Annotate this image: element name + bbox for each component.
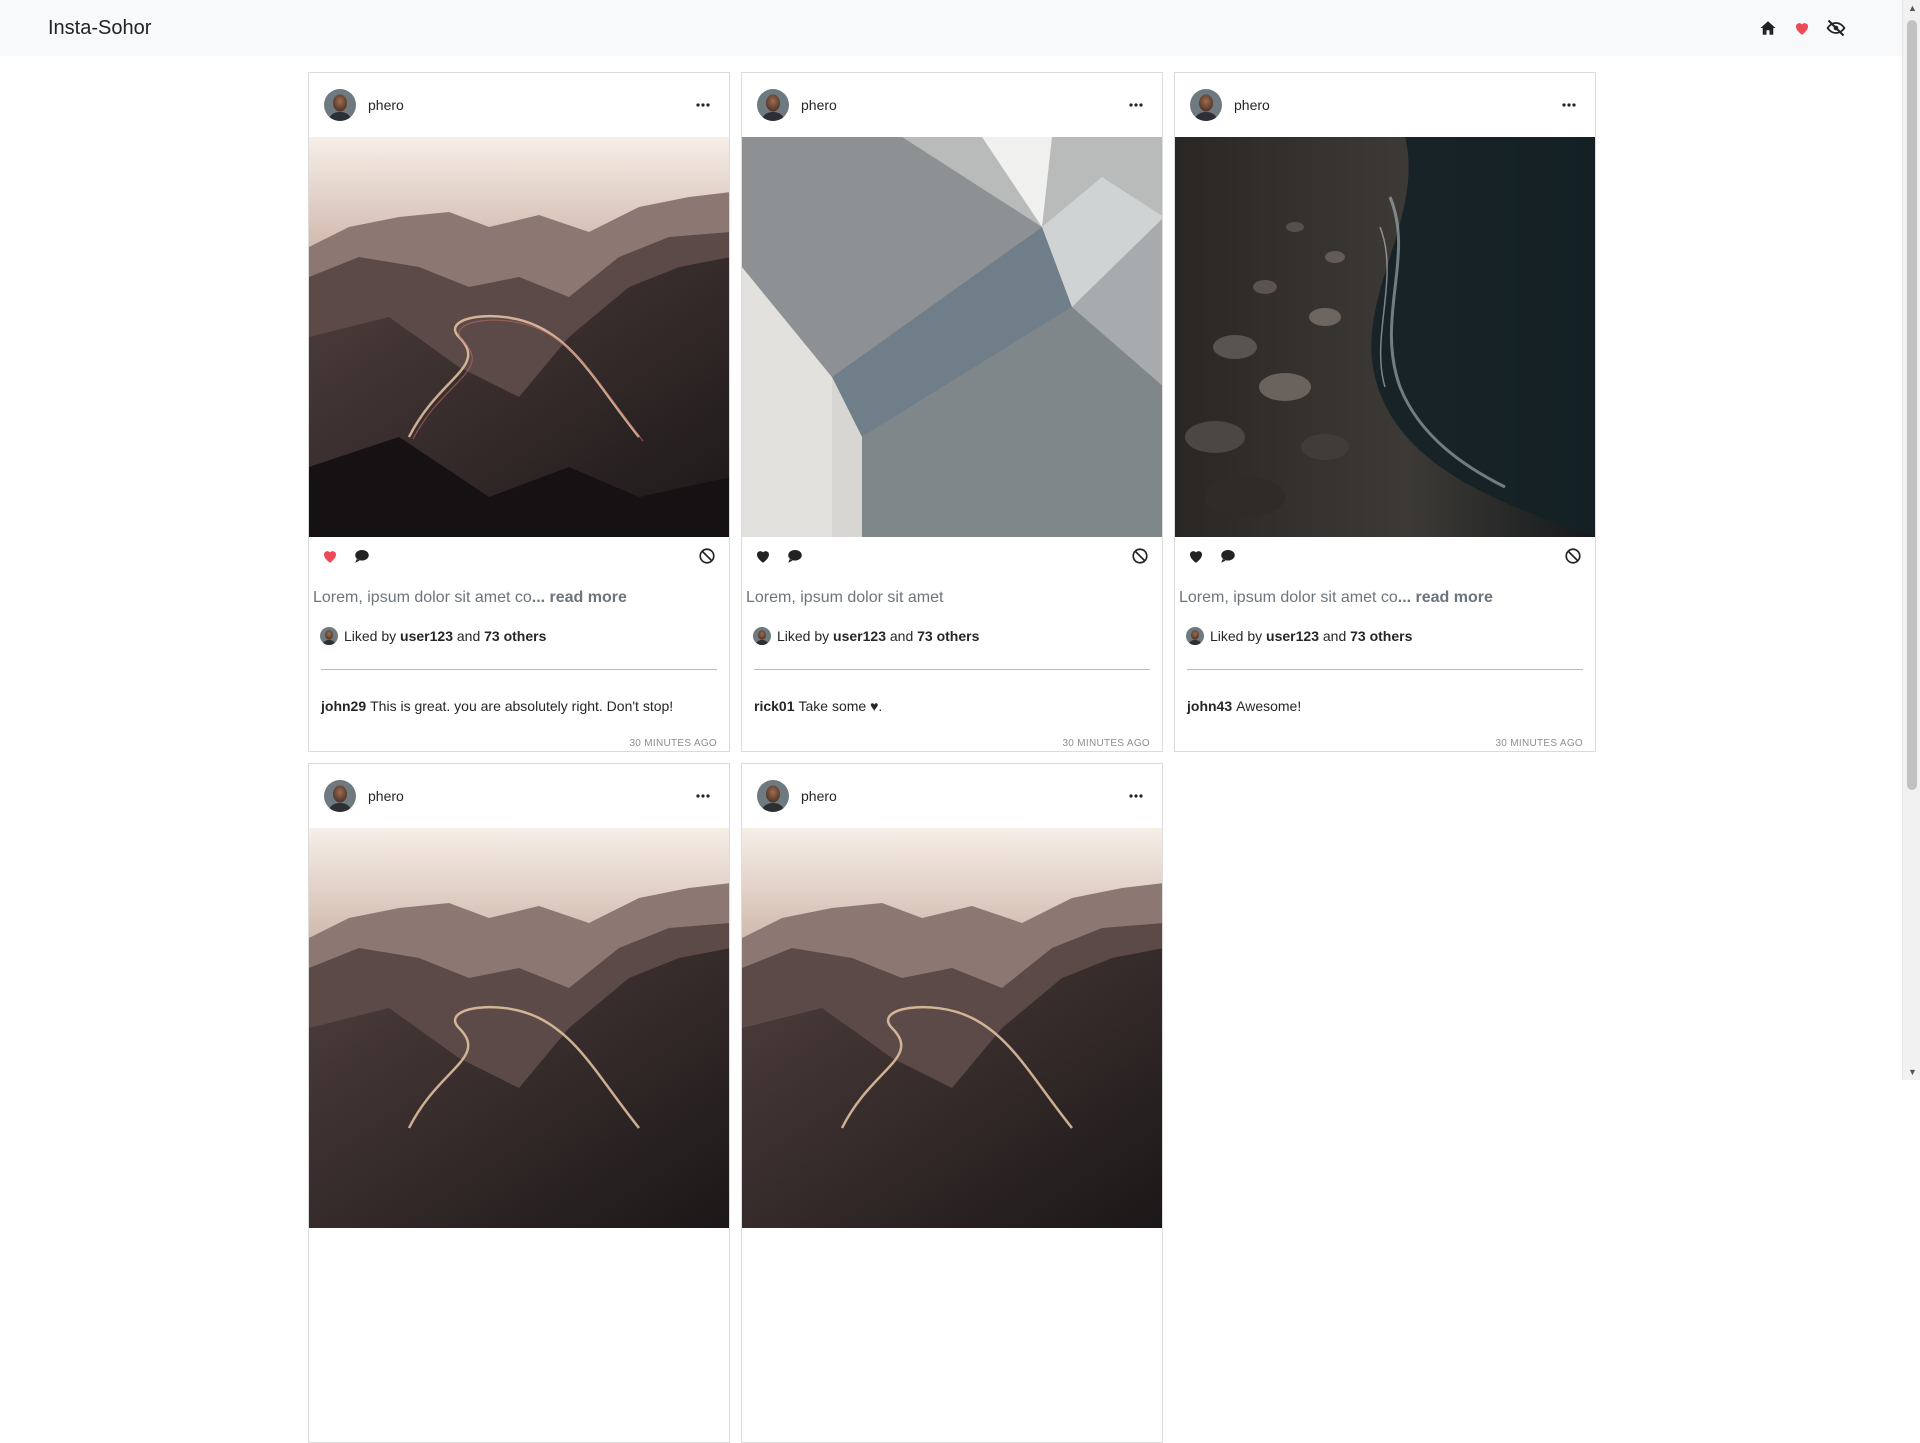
post-header: phero [309,73,729,137]
comment-text: This is great. you are absolutely right.… [370,698,674,714]
liker-avatar [320,627,338,645]
post-actions [742,537,1162,575]
post-feed: phero Lorem, ipsum dolor sit amet co... … [308,72,1598,1443]
like-heart-icon[interactable] [753,546,773,566]
comment-tail: . [878,698,883,714]
comment: rick01 Take some ♥. [742,670,1162,728]
likes-summary: Liked by user123 and 73 others [1175,621,1595,651]
read-more-link[interactable]: read more [550,589,627,606]
post-caption: Lorem, ipsum dolor sit amet co... read m… [309,575,729,621]
avatar[interactable] [324,780,356,812]
avatar[interactable] [324,89,356,121]
more-options-icon[interactable] [691,93,715,117]
comment-username[interactable]: john29 [321,698,366,714]
report-icon[interactable] [1563,546,1583,566]
comment-text: Awesome! [1236,698,1302,714]
caption-text: Lorem, ipsum dolor sit amet [746,589,944,606]
liker-username[interactable]: user123 [1266,628,1319,644]
avatar[interactable] [757,89,789,121]
avatar[interactable] [1190,89,1222,121]
post-actions [309,537,729,575]
scroll-up-icon[interactable]: ▲ [1908,4,1917,13]
post-username[interactable]: phero [1234,97,1557,113]
post-image[interactable] [309,828,730,1228]
comment-icon[interactable] [785,546,805,566]
likes-prefix: Liked by [1210,628,1263,644]
report-icon[interactable] [697,546,717,566]
liker-avatar [753,627,771,645]
more-options-icon[interactable] [1124,784,1148,808]
like-heart-icon[interactable] [320,546,340,566]
like-heart-icon[interactable] [1186,546,1206,566]
nav-icons [1758,18,1846,38]
post-username[interactable]: phero [801,97,1124,113]
more-options-icon[interactable] [1557,93,1581,117]
post-header: phero [309,764,729,828]
post-image[interactable] [309,137,730,537]
scrollbar-thumb[interactable] [1907,20,1917,790]
post-image[interactable] [742,828,1163,1228]
post-username[interactable]: phero [801,788,1124,804]
comment: john43 Awesome! [1175,670,1595,728]
likes-and: and [456,628,481,644]
comment-text: Take some [798,698,871,714]
report-icon[interactable] [1130,546,1150,566]
post-header: phero [1175,73,1595,137]
heart-icon[interactable] [1792,18,1812,38]
post-image[interactable] [742,137,1163,537]
scroll-down-icon[interactable]: ▼ [1908,1068,1917,1077]
read-more-link[interactable]: read more [1416,589,1493,606]
likes-and: and [1322,628,1347,644]
likes-prefix: Liked by [344,628,397,644]
more-options-icon[interactable] [1124,93,1148,117]
post-timestamp: 30 MINUTES AGO [1495,738,1583,749]
post-card: phero [1174,72,1596,752]
caption-ellipsis: ... [1397,589,1416,606]
caption-ellipsis: ... [531,589,550,606]
caption-text: Lorem, ipsum dolor sit amet co [1179,589,1398,606]
post-image[interactable] [1175,137,1596,537]
post-caption: Lorem, ipsum dolor sit amet [742,575,1162,621]
post-header: phero [742,764,1162,828]
likes-summary: Liked by user123 and 73 others [742,621,1162,651]
likes-and: and [889,628,914,644]
liker-avatar [1186,627,1204,645]
likes-summary: Liked by user123 and 73 others [309,621,729,651]
brand-title[interactable]: Insta-Sohor [48,17,151,40]
comment-username[interactable]: john43 [1187,698,1232,714]
navbar: Insta-Sohor [0,0,1902,56]
likes-others[interactable]: 73 others [484,628,546,644]
avatar[interactable] [757,780,789,812]
post-card: phero Lorem, ipsum dolor sit amet co... … [308,72,730,752]
home-icon[interactable] [1758,18,1778,38]
liker-username[interactable]: user123 [833,628,886,644]
post-timestamp: 30 MINUTES AGO [1062,738,1150,749]
post-actions [1175,537,1595,575]
eye-slash-icon[interactable] [1826,18,1846,38]
page-scrollbar[interactable]: ▲ ▼ [1902,0,1920,1080]
liker-username[interactable]: user123 [400,628,453,644]
post-card: phero [741,72,1163,752]
more-options-icon[interactable] [691,784,715,808]
likes-others[interactable]: 73 others [917,628,979,644]
comment-username[interactable]: rick01 [754,698,794,714]
comment-icon[interactable] [1218,546,1238,566]
caption-text: Lorem, ipsum dolor sit amet co [313,589,532,606]
likes-others[interactable]: 73 others [1350,628,1412,644]
post-username[interactable]: phero [368,788,691,804]
post-header: phero [742,73,1162,137]
likes-prefix: Liked by [777,628,830,644]
post-username[interactable]: phero [368,97,691,113]
post-caption: Lorem, ipsum dolor sit amet co... read m… [1175,575,1595,621]
post-card: phero [308,763,730,1443]
post-timestamp: 30 MINUTES AGO [629,738,717,749]
comment-icon[interactable] [352,546,372,566]
comment: john29 This is great. you are absolutely … [309,670,729,728]
post-card: phero [741,763,1163,1443]
